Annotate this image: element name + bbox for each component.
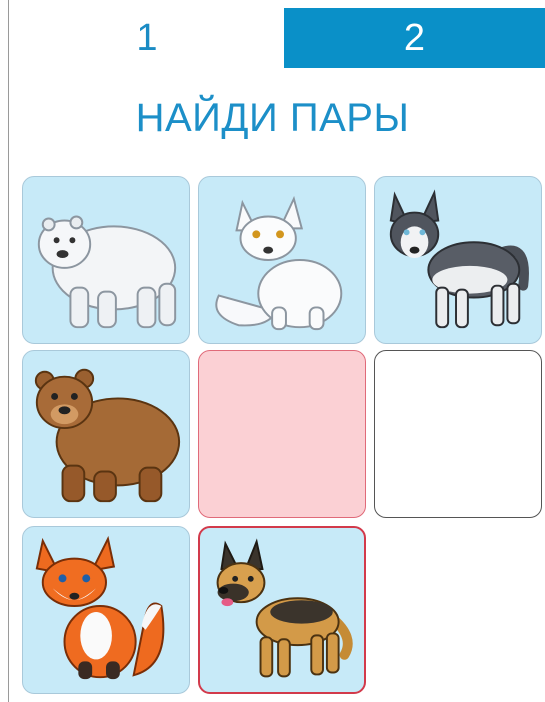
brown-bear-icon — [34, 368, 181, 503]
card-polar-bear[interactable] — [22, 176, 190, 344]
card-mismatch[interactable] — [198, 350, 366, 518]
card-brown-bear[interactable] — [22, 350, 190, 518]
tab-level-2[interactable]: 2 — [284, 8, 545, 68]
card-husky[interactable] — [374, 176, 542, 344]
card-face-down[interactable] — [374, 350, 542, 518]
card-arctic-fox[interactable] — [198, 176, 366, 344]
card-german-shepherd[interactable] — [198, 526, 366, 694]
polar-bear-icon — [37, 215, 177, 329]
husky-icon — [389, 189, 529, 329]
red-fox-icon — [35, 535, 165, 680]
card-red-fox[interactable] — [22, 526, 190, 694]
tab-level-1[interactable]: 1 — [10, 8, 284, 68]
german-shepherd-icon — [216, 538, 353, 678]
game-title: НАЙДИ ПАРЫ — [135, 96, 410, 140]
arctic-fox-icon — [215, 195, 343, 331]
